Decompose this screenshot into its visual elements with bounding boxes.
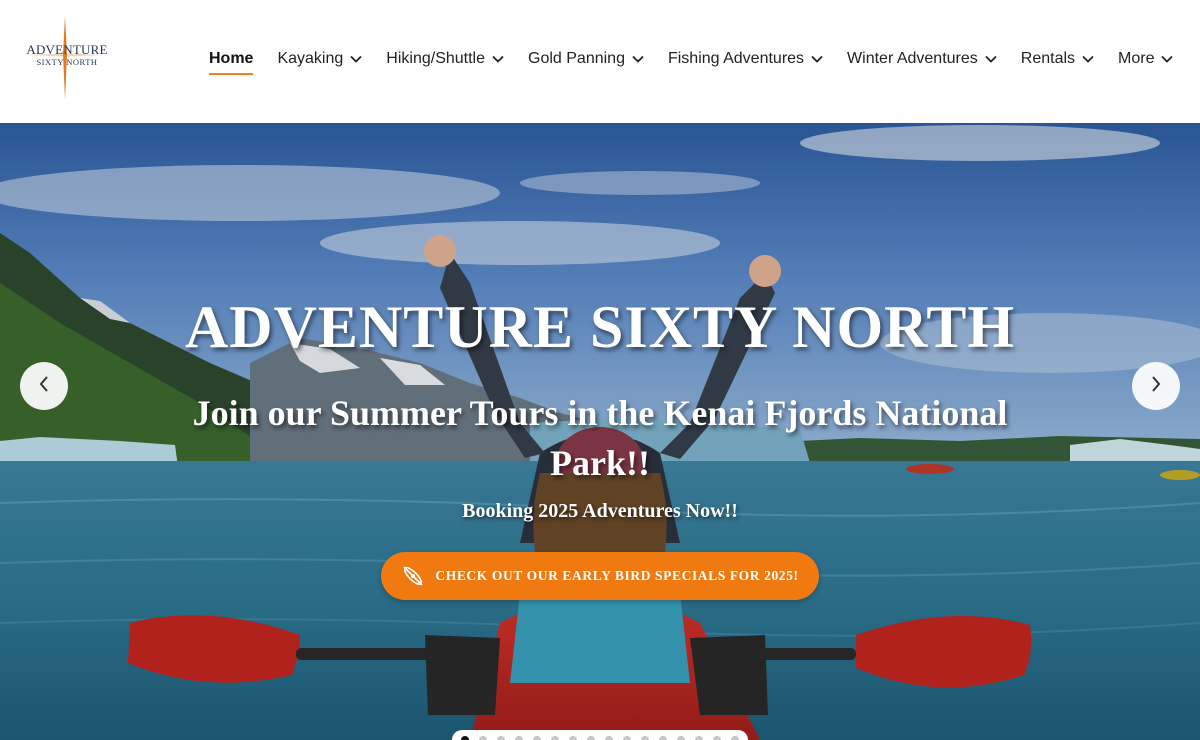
- main-nav: Home Kayaking Hiking/Shuttle Gold Pannin…: [209, 50, 1197, 76]
- nav-fishing-adventures-label: Fishing Adventures: [667, 50, 805, 67]
- nav-winter-adventures[interactable]: Winter Adventures: [847, 50, 997, 68]
- nav-gold-panning[interactable]: Gold Panning: [528, 50, 644, 68]
- site-header: ADVENTURE SIXTY NORTH Home Kayaking Hiki…: [0, 0, 1200, 123]
- nav-rentals-label: Rentals: [1020, 50, 1076, 67]
- site-logo[interactable]: ADVENTURE SIXTY NORTH: [18, 14, 112, 102]
- slider-dot[interactable]: [515, 736, 523, 740]
- nav-home-label: Home: [209, 50, 254, 67]
- nav-fishing-adventures[interactable]: Fishing Adventures: [668, 50, 823, 68]
- slider-next-button[interactable]: [1132, 362, 1180, 410]
- chevron-down-icon: [492, 55, 504, 63]
- chevron-down-icon: [632, 55, 644, 63]
- chevron-down-icon: [811, 55, 823, 63]
- chevron-down-icon: [1161, 55, 1174, 63]
- chevron-down-icon: [1082, 55, 1094, 63]
- nav-gold-panning-label: Gold Panning: [528, 50, 625, 67]
- slider-dot[interactable]: [479, 736, 487, 740]
- nav-hiking-shuttle[interactable]: Hiking/Shuttle: [386, 50, 504, 68]
- chevron-down-icon: [350, 55, 362, 63]
- logo-tagline: SIXTY NORTH: [36, 57, 98, 67]
- nav-more[interactable]: More: [1118, 50, 1174, 68]
- slider-dot[interactable]: [695, 736, 703, 740]
- nav-hiking-shuttle-label: Hiking/Shuttle: [386, 50, 485, 67]
- hero-subtitle: Join our Summer Tours in the Kenai Fjord…: [192, 393, 1008, 483]
- nav-winter-adventures-label: Winter Adventures: [847, 50, 978, 67]
- chevron-left-icon: [38, 375, 50, 398]
- slider-dot[interactable]: [623, 736, 631, 740]
- slider-dot[interactable]: [731, 736, 739, 740]
- slider-dot[interactable]: [605, 736, 613, 740]
- slider-dot[interactable]: [497, 736, 505, 740]
- slider-dot[interactable]: [677, 736, 685, 740]
- cta-label: CHECK OUT OUR EARLY BIRD SPECIALS FOR 20…: [435, 568, 799, 583]
- early-bird-cta-button[interactable]: CHECK OUT OUR EARLY BIRD SPECIALS FOR 20…: [381, 552, 819, 600]
- slider-dot[interactable]: [713, 736, 721, 740]
- logo-wordmark: ADVENTURE: [26, 42, 108, 57]
- slider-prev-button[interactable]: [20, 362, 68, 410]
- nav-more-label: More: [1118, 50, 1155, 67]
- chevron-right-icon: [1150, 375, 1162, 398]
- slider-dot[interactable]: [551, 736, 559, 740]
- nav-kayaking[interactable]: Kayaking: [277, 50, 362, 68]
- nav-kayaking-label: Kayaking: [277, 50, 344, 67]
- slider-dot[interactable]: [659, 736, 667, 740]
- slider-dot[interactable]: [461, 736, 469, 740]
- hero-booking-text: Booking 2025 Adventures Now!!: [462, 500, 738, 522]
- slider-dot[interactable]: [587, 736, 595, 740]
- nav-rentals[interactable]: Rentals: [1021, 50, 1094, 68]
- slider-dot[interactable]: [569, 736, 577, 740]
- slider-dot[interactable]: [533, 736, 541, 740]
- hero-title: ADVENTURE SIXTY NORTH: [184, 294, 1016, 360]
- kayak-paddle-icon: [401, 564, 425, 588]
- chevron-down-icon: [985, 55, 997, 63]
- slider-dot[interactable]: [641, 736, 649, 740]
- nav-home[interactable]: Home: [209, 50, 254, 75]
- slider-pagination: [452, 730, 748, 740]
- hero-slider: ADVENTURE SIXTY NORTH Join our Summer To…: [0, 123, 1200, 740]
